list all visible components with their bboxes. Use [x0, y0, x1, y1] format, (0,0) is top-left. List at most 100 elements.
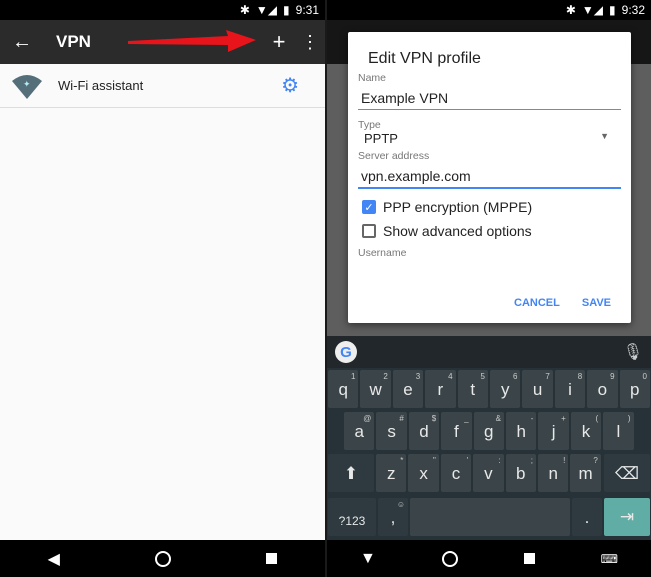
period-key[interactable]: .: [572, 498, 602, 536]
key-hint: 6: [512, 372, 518, 381]
key-hint: 0: [642, 372, 647, 381]
back-nav-icon[interactable]: ▼: [360, 550, 376, 568]
key-hint: *: [400, 456, 404, 465]
key-hint: 3: [415, 372, 421, 381]
key-hint: 4: [448, 372, 453, 381]
ppp-encryption-checkbox[interactable]: ✓ PPP encryption (MPPE): [362, 199, 621, 215]
next-key[interactable]: ⇥: [604, 498, 650, 536]
battery-icon: ▮: [283, 3, 290, 17]
key-v[interactable]: v:: [473, 454, 504, 492]
key-hint: ": [432, 456, 436, 465]
key-t[interactable]: t5: [457, 370, 488, 408]
key-o[interactable]: o9: [587, 370, 618, 408]
key-a[interactable]: a @: [344, 412, 375, 450]
key-label: d: [419, 422, 429, 441]
key-hint: +: [561, 414, 566, 423]
key-u[interactable]: u7: [522, 370, 553, 408]
key-hint: !: [563, 456, 566, 465]
microphone-icon[interactable]: 🎙: [623, 342, 643, 362]
home-nav-icon[interactable]: [155, 550, 172, 567]
key-i[interactable]: i8: [554, 370, 586, 408]
wifi-assistant-icon: ✦: [12, 74, 42, 99]
more-options-icon[interactable]: ⋮: [295, 32, 325, 53]
show-advanced-checkbox[interactable]: Show advanced options: [362, 223, 621, 239]
save-button[interactable]: SAVE: [582, 297, 611, 309]
google-icon[interactable]: G: [335, 341, 357, 363]
key-hint: 2: [383, 372, 388, 381]
key-x[interactable]: x ": [408, 454, 439, 492]
key-hint: :: [498, 456, 501, 465]
space-bar[interactable]: [410, 498, 570, 536]
key-e[interactable]: e3: [392, 370, 424, 408]
key-hint: $: [431, 414, 437, 423]
key-label: o: [597, 380, 608, 399]
key-n[interactable]: n!: [538, 454, 569, 492]
key-z[interactable]: z *: [376, 454, 407, 492]
gear-icon[interactable]: ⚙: [281, 73, 299, 98]
key-k[interactable]: k(: [570, 412, 602, 450]
username-label: Username: [358, 247, 407, 259]
key-p[interactable]: p0: [619, 370, 650, 408]
symbols-key[interactable]: ?123: [328, 498, 376, 536]
bluetooth-icon: ✱: [239, 3, 250, 17]
keyboard-switch-icon[interactable]: ⌨: [601, 552, 618, 566]
status-bar: ✱ ▼◢ ▮ 9:32: [327, 0, 651, 20]
edit-vpn-screen: ✱ ▼◢ ▮ 9:32 Edit VPN profile Name Example V…: [327, 0, 651, 577]
comma-emoji-key[interactable]: , ☺: [378, 498, 408, 536]
key-label: ⌫: [614, 464, 640, 483]
key-hint: ?: [593, 456, 598, 465]
back-arrow-icon[interactable]: ←: [0, 31, 44, 54]
key-hint: &: [495, 414, 501, 423]
key-label: e: [403, 380, 413, 399]
type-dropdown[interactable]: PPTP ▼: [358, 131, 621, 146]
key-hint: 8: [577, 372, 583, 381]
key-c[interactable]: c ': [440, 454, 472, 492]
key-q[interactable]: q1: [328, 370, 359, 408]
ppp-label: PPP encryption (MPPE): [383, 199, 533, 215]
key-l[interactable]: l): [603, 412, 634, 450]
key-b[interactable]: b;: [505, 454, 536, 492]
home-nav-icon[interactable]: [441, 550, 458, 567]
back-nav-icon[interactable]: ◀: [48, 549, 60, 569]
recents-nav-icon[interactable]: [523, 553, 535, 564]
server-label: Server address: [358, 150, 430, 162]
key-label: f: [454, 422, 459, 441]
key-j[interactable]: j +: [538, 412, 569, 450]
server-address-field[interactable]: vpn.example.com: [358, 162, 621, 189]
key-label: b: [516, 464, 526, 483]
cancel-button[interactable]: CANCEL: [514, 297, 560, 309]
key-w[interactable]: w2: [360, 370, 391, 408]
key-g[interactable]: g &: [473, 412, 504, 450]
key-hint: ☺: [396, 500, 405, 509]
key-hint: -: [530, 414, 534, 423]
key-hint: ;: [530, 456, 533, 465]
add-vpn-button[interactable]: +: [263, 29, 295, 55]
key-h[interactable]: h-: [506, 412, 537, 450]
key-label: u: [532, 380, 543, 399]
key-f[interactable]: f _: [441, 412, 472, 450]
list-item-wifi-assistant[interactable]: ✦ Wi-Fi assistant ⚙: [0, 64, 325, 108]
name-field[interactable]: Example VPN: [358, 84, 621, 110]
key-label: q: [338, 380, 348, 399]
key-label: ⬆: [343, 464, 359, 483]
key-label: n: [548, 464, 558, 483]
vpn-settings-screen: ✱ ▼◢ ▮ 9:31 ← VPN + ⋮ ✦ Wi-Fi assistant ⚙ ◀: [0, 0, 325, 577]
dropdown-arrow-icon: ▼: [600, 131, 609, 141]
key-hint: 1: [350, 372, 356, 381]
key-m[interactable]: m?: [570, 454, 601, 492]
key-y[interactable]: y6: [490, 370, 521, 408]
key-d[interactable]: d $: [408, 412, 440, 450]
backspace-key[interactable]: ⌫: [604, 454, 650, 492]
key-label: i: [568, 380, 572, 399]
key-hint: ': [466, 456, 469, 465]
recents-nav-icon[interactable]: [266, 553, 278, 564]
key-label: m: [578, 464, 593, 483]
key-r[interactable]: r4: [425, 370, 456, 408]
shift-key[interactable]: ⬆: [328, 454, 374, 492]
key-label: l: [616, 422, 621, 441]
key-hint: 5: [480, 372, 485, 381]
key-label: ⇥: [619, 507, 635, 526]
nav-bar: ▼ ⌨: [327, 540, 651, 577]
key-s[interactable]: s #: [376, 412, 407, 450]
red-arrow-annotation: [128, 30, 256, 52]
